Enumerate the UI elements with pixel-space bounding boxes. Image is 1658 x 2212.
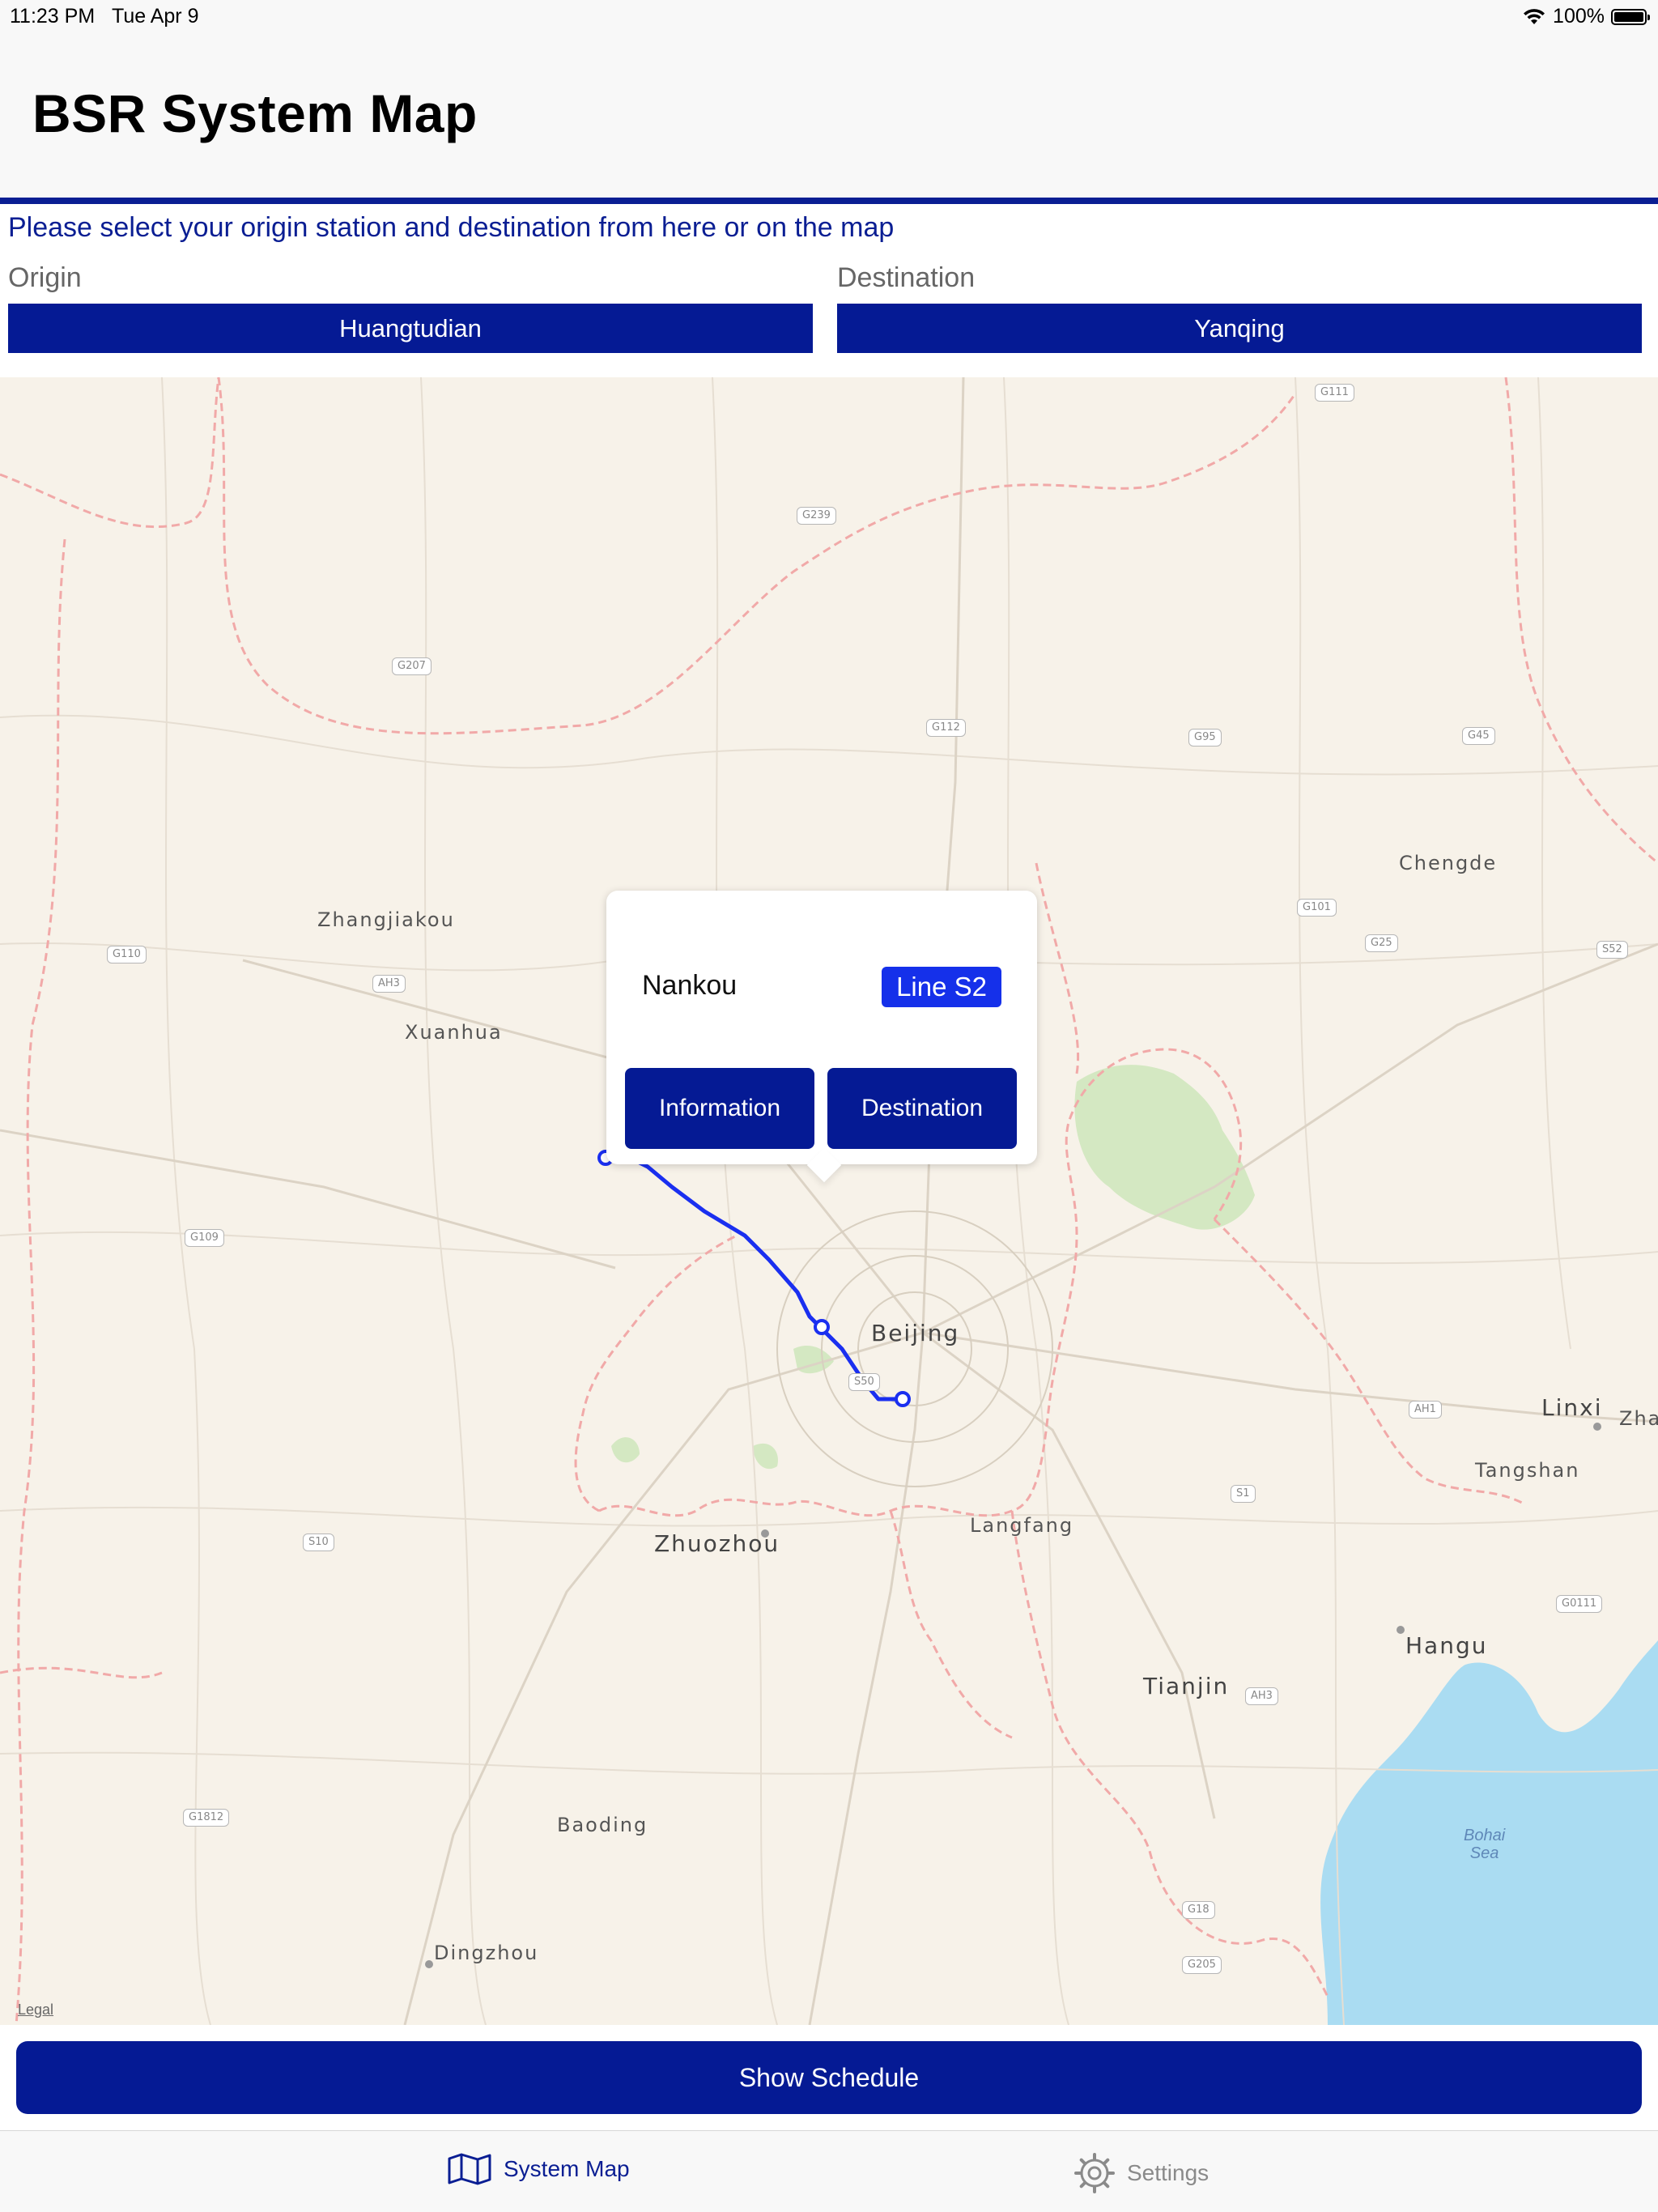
road-shield: G207 xyxy=(392,657,432,675)
road-shield: G18 xyxy=(1182,1901,1215,1919)
sea-label-line-1: Bohai xyxy=(1464,1827,1506,1844)
city-dot xyxy=(425,1960,433,1968)
route-line-s2 xyxy=(601,1152,905,1402)
station-callout: Nankou Line S2 Information Destination xyxy=(606,891,1037,1164)
city-label-beijing: Beijing xyxy=(871,1320,960,1346)
road-shield: AH3 xyxy=(1245,1687,1278,1705)
status-date: Tue Apr 9 xyxy=(112,5,199,28)
wifi-icon xyxy=(1524,8,1545,24)
city-label-langfang: Langfang xyxy=(970,1514,1074,1537)
road-shield: G239 xyxy=(797,507,836,525)
road-shield: G95 xyxy=(1188,729,1222,747)
city-label-chengde: Chengde xyxy=(1399,852,1498,874)
road-shield: S50 xyxy=(848,1373,880,1391)
show-schedule-button[interactable]: Show Schedule xyxy=(16,2041,1642,2114)
header-divider xyxy=(0,198,1658,204)
tab-system-map[interactable]: System Map xyxy=(447,2152,630,2186)
city-label-zha: Zha xyxy=(1619,1407,1658,1430)
road-shield: AH1 xyxy=(1409,1401,1442,1419)
battery-percent: 100% xyxy=(1553,5,1605,28)
road-shield: G112 xyxy=(926,719,966,737)
status-bar: 11:23 PM Tue Apr 9 100% xyxy=(0,0,1658,36)
set-destination-button[interactable]: Destination xyxy=(827,1068,1017,1149)
page-title: BSR System Map xyxy=(32,83,478,143)
city-label-dingzhou: Dingzhou xyxy=(434,1942,539,1964)
line-badge: Line S2 xyxy=(882,967,1001,1007)
status-right-group: 100% xyxy=(1522,5,1650,28)
road-shield: G111 xyxy=(1315,384,1354,402)
road-shield: G101 xyxy=(1297,899,1337,917)
city-label-zhuozhou: Zhuozhou xyxy=(654,1530,780,1557)
app-screen: 11:23 PM Tue Apr 9 100% BSR System Map P… xyxy=(0,0,1658,2212)
road-shield: S1 xyxy=(1231,1485,1256,1503)
road-shield: AH3 xyxy=(372,975,406,993)
city-label-hangu: Hangu xyxy=(1405,1632,1488,1659)
map-canvas xyxy=(0,377,1658,2025)
city-label-baoding: Baoding xyxy=(557,1814,648,1836)
information-button[interactable]: Information xyxy=(625,1068,814,1149)
destination-station-button[interactable]: Yanqing xyxy=(837,304,1642,353)
origin-label: Origin xyxy=(8,262,82,293)
destination-label: Destination xyxy=(837,262,976,293)
instruction-text: Please select your origin station and de… xyxy=(8,212,895,243)
park-area xyxy=(611,1437,640,1463)
battery-icon xyxy=(1611,8,1650,25)
park-area xyxy=(1074,1065,1255,1230)
road-shield: G1812 xyxy=(183,1809,230,1827)
city-label-xuanhua: Xuanhua xyxy=(405,1021,503,1044)
callout-station-name: Nankou xyxy=(642,970,738,1001)
station-marker xyxy=(814,1319,830,1335)
road-shield: S10 xyxy=(303,1534,334,1551)
system-map[interactable]: Zhangjiakou Xuanhua Chengde Beijing Linx… xyxy=(0,377,1658,2025)
origin-station-button[interactable]: Huangtudian xyxy=(8,304,813,353)
map-legal-link[interactable]: Legal xyxy=(18,2001,53,2018)
status-time: 11:23 PM xyxy=(10,5,96,28)
park-area xyxy=(753,1443,778,1470)
city-label-zhangjiakou: Zhangjiakou xyxy=(317,908,455,931)
station-marker xyxy=(895,1391,911,1407)
city-label-tianjin: Tianjin xyxy=(1143,1673,1230,1699)
map-icon xyxy=(448,2153,491,2185)
gear-icon xyxy=(1074,2153,1115,2193)
tab-bar: System Map Settings xyxy=(0,2130,1658,2212)
road-shield: S52 xyxy=(1596,941,1628,959)
road-shield: G109 xyxy=(185,1229,224,1247)
road-shield: G45 xyxy=(1462,727,1495,745)
road-shield: G25 xyxy=(1365,934,1398,952)
road-shield: G205 xyxy=(1182,1956,1222,1974)
sea-label-line-2: Sea xyxy=(1469,1844,1499,1862)
road-shield: G0111 xyxy=(1556,1595,1603,1613)
city-label-tangshan: Tangshan xyxy=(1475,1459,1580,1482)
sea-label: Bohai Sea xyxy=(1464,1827,1505,1862)
city-dot xyxy=(1397,1626,1405,1634)
tab-settings[interactable]: Settings xyxy=(1073,2152,1209,2194)
city-dot xyxy=(1593,1423,1601,1431)
tab-settings-label: Settings xyxy=(1127,2160,1209,2185)
tab-system-map-label: System Map xyxy=(504,2156,630,2181)
road-shield: G110 xyxy=(107,946,147,963)
city-label-linxi: Linxi xyxy=(1541,1394,1603,1421)
